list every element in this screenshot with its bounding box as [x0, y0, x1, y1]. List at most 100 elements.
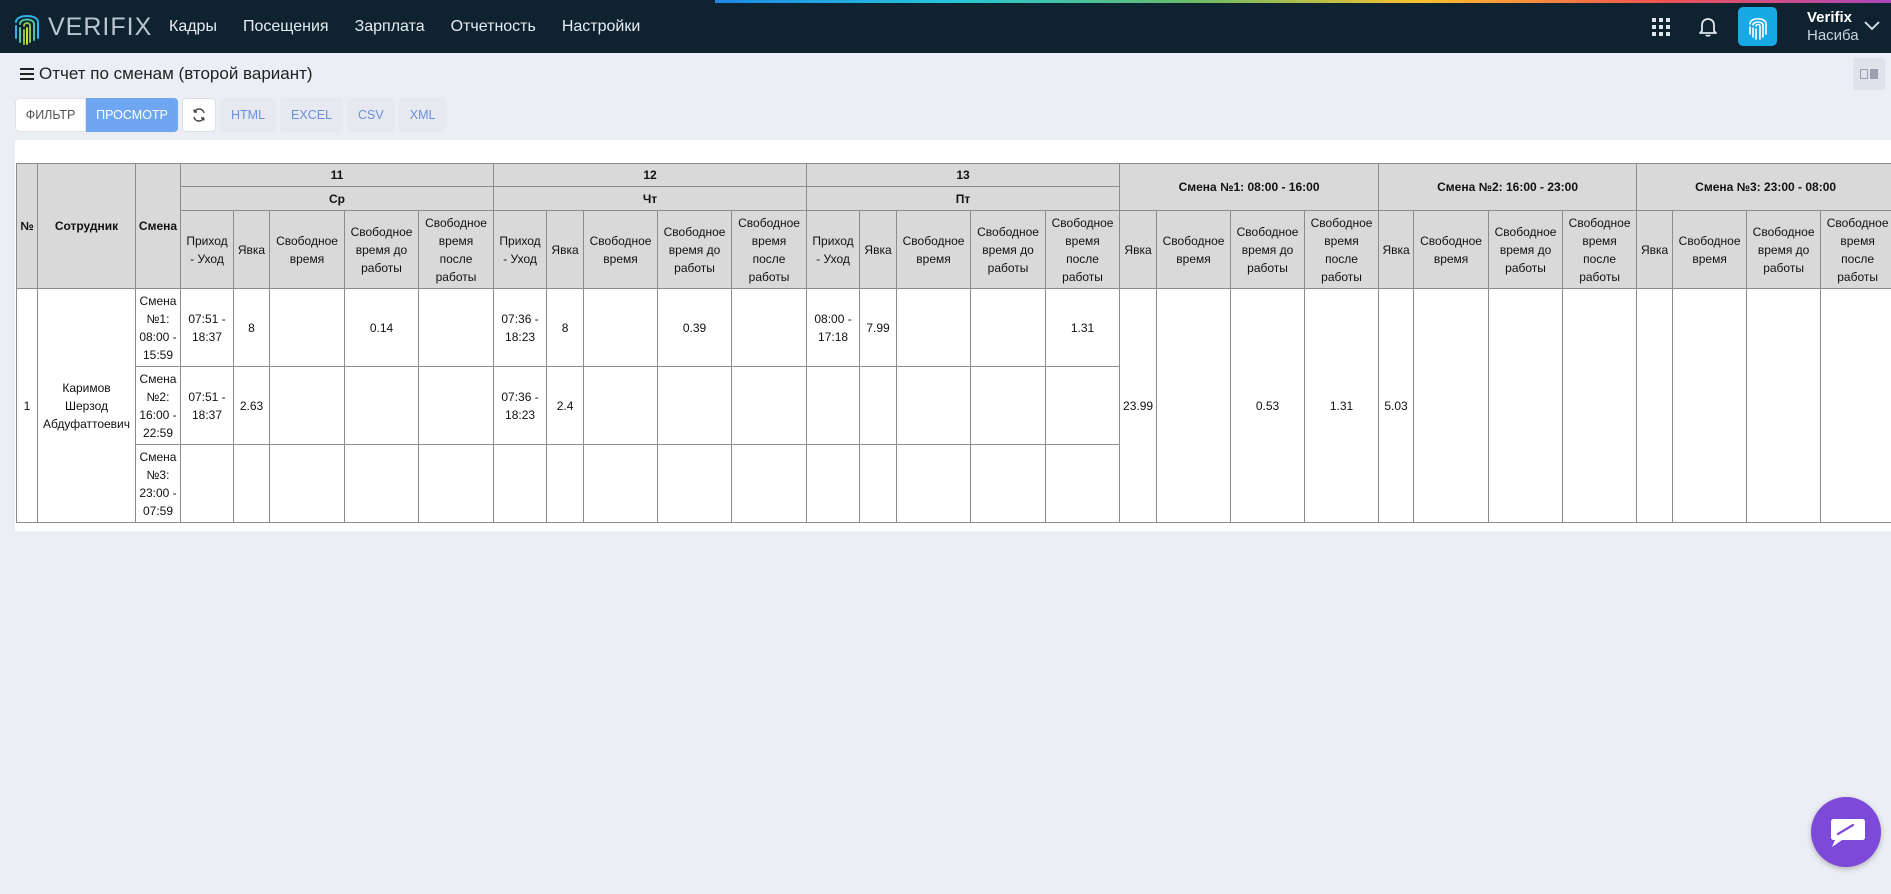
attendance-cell: 8: [546, 288, 585, 367]
free-time-cell: [269, 288, 345, 367]
nav-item-reports[interactable]: Отчетность: [451, 18, 536, 36]
day-header: 11: [179, 163, 495, 187]
in-out-cell: 07:36 - 18:23: [493, 366, 548, 445]
attendance-cell: [859, 366, 898, 445]
free-time-cell: [269, 366, 345, 445]
shift-cell: Смена №1: 08:00 - 15:59: [135, 288, 181, 367]
export-html-button[interactable]: HTML: [220, 98, 277, 132]
in-out-cell: 08:00 - 17:18: [806, 288, 861, 367]
export-csv-button[interactable]: CSV: [347, 98, 395, 132]
shift-group-header: Смена №3: 23:00 - 08:00: [1636, 163, 1891, 211]
weekday-header: Пт: [806, 186, 1121, 211]
accent-stripe: [715, 0, 1891, 3]
shift-group-header: Смена №1: 08:00 - 16:00: [1119, 163, 1380, 211]
hamburger-menu-icon[interactable]: [20, 68, 34, 80]
shift-cell: Смена №2: 16:00 - 22:59: [135, 366, 181, 445]
free-time-cell: [896, 366, 972, 445]
logo-text: VERIFIX: [48, 12, 153, 41]
day-header: 12: [493, 163, 808, 187]
col-header-free-before: Свободное время до работы: [1488, 210, 1564, 289]
fingerprint-button[interactable]: [1738, 7, 1777, 46]
col-header-free-time: Свободное время: [1413, 210, 1490, 289]
summary-free-time-cell: [1156, 288, 1232, 523]
free-time-cell: [896, 444, 972, 523]
main-nav: Кадры Посещения Зарплата Отчетность Наст…: [169, 0, 666, 53]
header-row-days: № Сотрудник Смена 11 12 13 Смена №1: 08:…: [16, 163, 1891, 289]
free-after-cell: [417, 366, 495, 445]
attendance-cell: [233, 444, 270, 523]
shift-report-table: № Сотрудник Смена 11 12 13 Смена №1: 08:…: [16, 163, 1891, 523]
nav-item-attendance[interactable]: Посещения: [243, 18, 329, 36]
col-header-in-out: Приход - Уход: [493, 210, 548, 289]
col-header-free-before: Свободное время до работы: [344, 210, 419, 289]
col-header-free-after: Свободное время после работы: [1562, 210, 1638, 289]
summary-free-before-cell: [1488, 288, 1564, 523]
col-header-in-out: Приход - Уход: [806, 210, 861, 289]
col-header-attendance: Явка: [1636, 210, 1674, 289]
free-time-cell: [583, 366, 659, 445]
col-header-free-before: Свободное время до работы: [1746, 210, 1822, 289]
in-out-cell: 07:36 - 18:23: [493, 288, 548, 367]
col-header-free-after: Свободное время после работы: [731, 210, 808, 289]
free-before-cell: [970, 366, 1047, 445]
col-header-employee: Сотрудник: [37, 163, 136, 289]
free-before-cell: [657, 366, 733, 445]
in-out-cell: 07:51 - 18:37: [180, 288, 234, 367]
user-menu[interactable]: Verifix Насиба: [1807, 9, 1859, 45]
page-title: Отчет по сменам (второй вариант): [20, 64, 313, 84]
employee-name-cell[interactable]: Каримов Шерзод Абдуфаттоевич: [37, 288, 136, 523]
free-after-cell: [731, 444, 808, 523]
col-header-no: №: [16, 163, 38, 289]
free-time-cell: [583, 444, 659, 523]
translate-button[interactable]: [1853, 58, 1885, 90]
free-before-cell: [657, 444, 733, 523]
col-header-shift: Смена: [135, 163, 181, 289]
col-header-free-time: Свободное время: [269, 210, 345, 289]
summary-free-after-cell: 1.31: [1304, 288, 1380, 523]
export-excel-button[interactable]: EXCEL: [280, 98, 344, 132]
nav-item-settings[interactable]: Настройки: [562, 18, 640, 36]
page-title-text: Отчет по сменам (второй вариант): [39, 64, 313, 83]
free-time-cell: [269, 444, 345, 523]
fingerprint-logo-icon: [15, 15, 39, 45]
nav-item-staff[interactable]: Кадры: [169, 18, 217, 36]
col-header-free-after: Свободное время после работы: [1304, 210, 1380, 289]
export-xml-button[interactable]: XML: [398, 98, 447, 132]
free-after-cell: [417, 444, 495, 523]
free-before-cell: [970, 288, 1047, 367]
col-header-free-after: Свободное время после работы: [417, 210, 495, 289]
day-header: 13: [806, 163, 1121, 187]
free-after-cell: [731, 288, 808, 367]
header-row-columns: Приход - Уход Явка Свободное время Свобо…: [17, 210, 1891, 289]
col-header-free-after: Свободное время после работы: [1045, 210, 1121, 289]
attendance-cell: 2.4: [546, 366, 585, 445]
col-header-free-before: Свободное время до работы: [970, 210, 1047, 289]
chevron-down-icon[interactable]: [1864, 21, 1880, 31]
col-header-free-before: Свободное время до работы: [657, 210, 733, 289]
free-before-cell: 0.14: [344, 288, 419, 367]
logo[interactable]: VERIFIX: [12, 8, 152, 46]
table-row: 1 Каримов Шерзод Абдуфаттоевич Смена №1:…: [16, 288, 1891, 523]
in-out-cell: 07:51 - 18:37: [180, 366, 234, 445]
user-subtitle: Насиба: [1807, 27, 1859, 44]
chat-button[interactable]: [1811, 797, 1881, 867]
bell-icon[interactable]: [1695, 14, 1721, 40]
col-header-free-before: Свободное время до работы: [1230, 210, 1306, 289]
summary-attendance-cell: 5.03: [1378, 288, 1415, 523]
free-before-cell: [344, 444, 419, 523]
col-header-free-time: Свободное время: [1672, 210, 1748, 289]
report-toolbar: ФИЛЬТР ПРОСМОТР HTML EXCEL CSV XML: [15, 98, 447, 132]
apps-grid-icon[interactable]: [1648, 14, 1674, 40]
col-header-in-out: Приход - Уход: [180, 210, 234, 289]
nav-item-salary[interactable]: Зарплата: [355, 18, 425, 36]
summary-free-before-cell: [1746, 288, 1822, 523]
shift-group-header: Смена №2: 16:00 - 23:00: [1378, 163, 1638, 211]
view-button[interactable]: ПРОСМОТР: [86, 98, 178, 132]
free-after-cell: [1045, 444, 1121, 523]
attendance-cell: [859, 444, 898, 523]
filter-button[interactable]: ФИЛЬТР: [15, 98, 86, 132]
summary-free-after-cell: [1562, 288, 1638, 523]
in-out-cell: [493, 444, 548, 523]
refresh-button[interactable]: [182, 98, 216, 132]
translate-icon: [1860, 69, 1878, 79]
